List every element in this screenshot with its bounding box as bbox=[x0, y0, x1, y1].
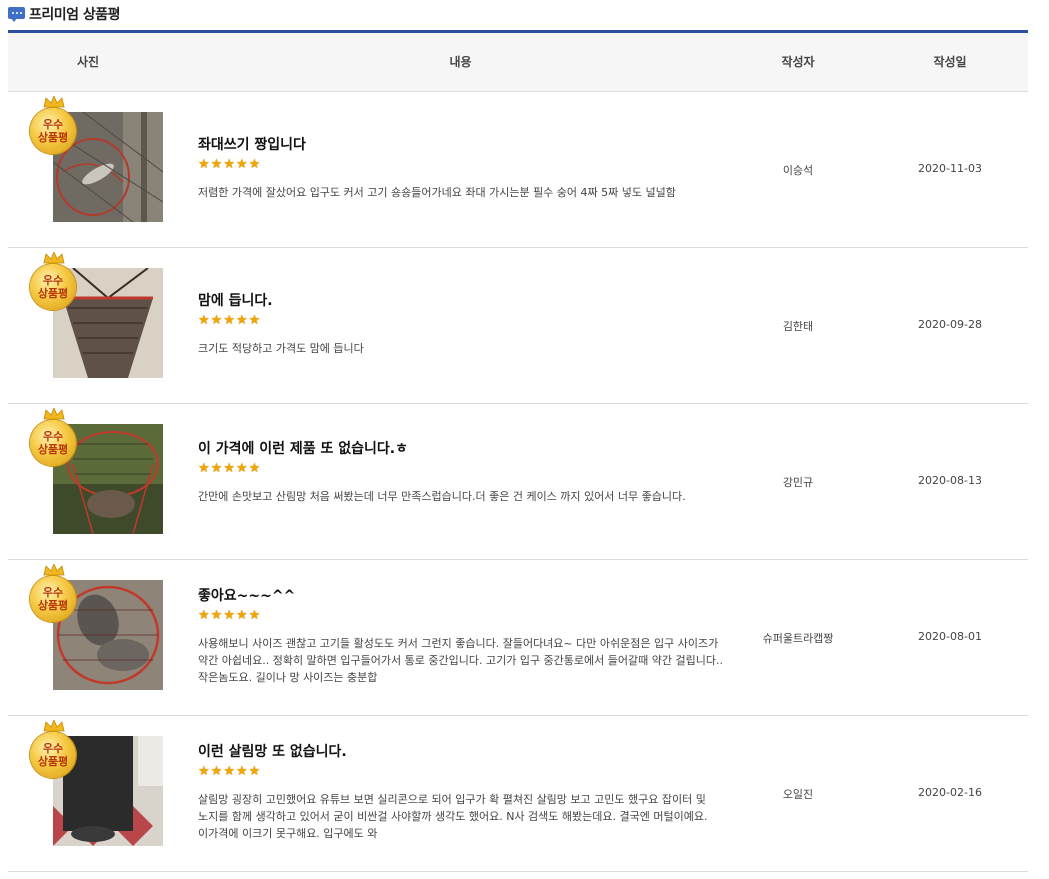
review-content[interactable]: 좌대쓰기 짱입니다 ★ ★ ★ ★ ★ 저렴한 가격에 잘샀어요 입구도 커서 고기 숑… bbox=[198, 134, 723, 201]
table-header: 사진 내용 작성자 작성일 bbox=[8, 30, 1028, 92]
best-review-badge: 우수 상품평 bbox=[30, 96, 78, 158]
star-icon: ★ bbox=[198, 313, 210, 328]
review-title[interactable]: 좌대쓰기 짱입니다 bbox=[198, 134, 723, 154]
table-row[interactable]: 우수 상품평 맘에 듭니다. ★ ★ ★ ★ ★ 크기도 적당하고 가격도 맘에 듭니다 … bbox=[8, 248, 1028, 404]
star-icon: ★ bbox=[198, 461, 210, 476]
review-title[interactable]: 이런 살림망 또 없습니다. bbox=[198, 741, 723, 761]
review-body: 살림망 굉장히 고민했어요 유튜브 보면 실리콘으로 되어 입구가 확 펼쳐진 … bbox=[198, 793, 708, 840]
column-date: 작성일 bbox=[933, 55, 967, 69]
star-icon: ★ bbox=[235, 461, 248, 476]
star-icon: ★ bbox=[210, 157, 223, 172]
best-review-badge: 우수 상품평 bbox=[30, 720, 78, 782]
star-icon: ★ bbox=[198, 157, 210, 172]
star-icon: ★ bbox=[248, 608, 261, 623]
star-rating: ★ ★ ★ ★ ★ bbox=[198, 609, 723, 625]
review-date: 2020-08-13 bbox=[918, 474, 982, 487]
review-content[interactable]: 이런 살림망 또 없습니다. ★ ★ ★ ★ ★ 살림망 굉장히 고민했어요 유튜브 보… bbox=[198, 741, 723, 842]
best-review-badge: 우수 상품평 bbox=[30, 408, 78, 470]
star-icon: ★ bbox=[223, 764, 235, 779]
star-icon: ★ bbox=[235, 157, 248, 172]
chat-bubble-icon bbox=[8, 6, 25, 22]
table-row[interactable]: 우수 상품평 이 가격에 이런 제품 또 없습니다.ㅎ ★ ★ ★ ★ ★ 간만에 손맛보… bbox=[8, 404, 1028, 560]
review-date: 2020-02-16 bbox=[918, 786, 982, 799]
review-content[interactable]: 좋아요~~~^^ ★ ★ ★ ★ ★ 사용해보니 사이즈 괜찮고 고기들 활성도도 커서… bbox=[198, 585, 723, 686]
best-review-badge: 우수 상품평 bbox=[30, 252, 78, 314]
star-icon: ★ bbox=[198, 608, 210, 623]
review-body: 간만에 손맛보고 산림망 처음 써봤는데 너무 만족스럽습니다.더 좋은 건 케… bbox=[198, 490, 686, 503]
crown-icon bbox=[43, 564, 65, 576]
review-body: 크기도 적당하고 가격도 맘에 듭니다 bbox=[198, 342, 364, 355]
table-row[interactable]: 우수 상품평 좌대쓰기 짱입니다 ★ ★ ★ ★ ★ 저렴한 가격에 잘샀어요 입구도 커… bbox=[8, 92, 1028, 248]
star-rating: ★ ★ ★ ★ ★ bbox=[198, 462, 723, 478]
review-author: 김한태 bbox=[782, 320, 814, 333]
crown-icon bbox=[43, 408, 65, 420]
review-title[interactable]: 맘에 듭니다. bbox=[198, 290, 723, 310]
review-title[interactable]: 좋아요~~~^^ bbox=[198, 585, 723, 605]
star-icon: ★ bbox=[248, 764, 261, 779]
star-icon: ★ bbox=[198, 764, 210, 779]
star-icon: ★ bbox=[248, 313, 261, 328]
review-title[interactable]: 이 가격에 이런 제품 또 없습니다.ㅎ bbox=[198, 438, 723, 458]
review-content[interactable]: 맘에 듭니다. ★ ★ ★ ★ ★ 크기도 적당하고 가격도 맘에 듭니다 bbox=[198, 290, 723, 357]
star-icon: ★ bbox=[223, 313, 235, 328]
star-icon: ★ bbox=[235, 313, 248, 328]
review-author: 오일진 bbox=[782, 788, 814, 801]
review-date: 2020-11-03 bbox=[918, 162, 982, 175]
column-content: 내용 bbox=[449, 55, 472, 69]
review-content[interactable]: 이 가격에 이런 제품 또 없습니다.ㅎ ★ ★ ★ ★ ★ 간만에 손맛보고 산림망 … bbox=[198, 438, 723, 505]
review-body: 사용해보니 사이즈 괜찮고 고기들 활성도도 커서 그런지 좋습니다. 잘들어다… bbox=[198, 637, 723, 684]
star-icon: ★ bbox=[210, 461, 223, 476]
review-table: 사진 내용 작성자 작성일 우수상품평 좌대쓰기 짱입니다 ★★★★★ bbox=[8, 30, 1028, 872]
table-row[interactable]: 우수 상품평 이런 살림망 또 없습니다. ★ ★ ★ ★ ★ 살림망 굉장히 고민했어요… bbox=[8, 716, 1028, 872]
star-icon: ★ bbox=[248, 461, 261, 476]
review-body: 저렴한 가격에 잘샀어요 입구도 커서 고기 숑숑들어가네요 좌대 가시는분 필… bbox=[198, 186, 676, 199]
star-icon: ★ bbox=[210, 313, 223, 328]
star-icon: ★ bbox=[235, 764, 248, 779]
star-icon: ★ bbox=[210, 764, 223, 779]
crown-icon bbox=[43, 96, 65, 108]
review-date: 2020-08-01 bbox=[918, 630, 982, 643]
review-author: 슈퍼울트라캡짱 bbox=[762, 632, 834, 645]
star-icon: ★ bbox=[210, 608, 223, 623]
table-row[interactable]: 우수 상품평 좋아요~~~^^ ★ ★ ★ ★ ★ 사용해보니 사이즈 괜찮고 고기들 활… bbox=[8, 560, 1028, 716]
review-author: 이승석 bbox=[782, 164, 814, 177]
section-title: 프리미엄 상품평 bbox=[8, 3, 121, 25]
star-icon: ★ bbox=[223, 608, 235, 623]
page-title: 프리미엄 상품평 bbox=[29, 7, 121, 23]
star-rating: ★ ★ ★ ★ ★ bbox=[198, 765, 723, 781]
star-icon: ★ bbox=[223, 461, 235, 476]
star-rating: ★ ★ ★ ★ ★ bbox=[198, 158, 723, 174]
star-rating: ★ ★ ★ ★ ★ bbox=[198, 314, 723, 330]
star-icon: ★ bbox=[223, 157, 235, 172]
crown-icon bbox=[43, 720, 65, 732]
crown-icon bbox=[43, 252, 65, 264]
star-icon: ★ bbox=[248, 157, 261, 172]
star-icon: ★ bbox=[235, 608, 248, 623]
column-photo: 사진 bbox=[76, 55, 100, 69]
review-date: 2020-09-28 bbox=[918, 318, 982, 331]
review-author: 강민규 bbox=[782, 476, 814, 489]
best-review-badge: 우수 상품평 bbox=[30, 564, 78, 626]
column-author: 작성자 bbox=[781, 55, 815, 69]
